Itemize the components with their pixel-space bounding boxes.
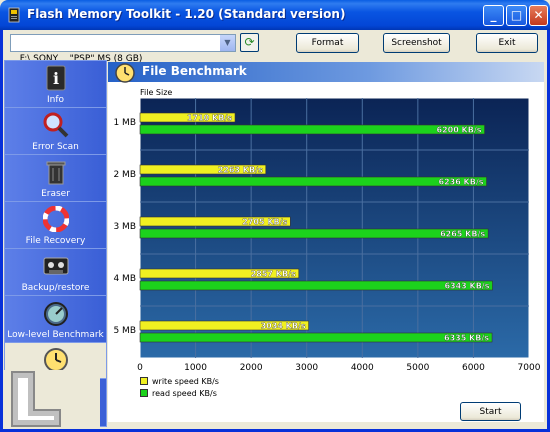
legend-swatch-write [140,377,148,385]
x-tick-label: 2000 [240,363,263,373]
read-bar [139,280,493,291]
x-tick-label: 6000 [462,363,485,373]
bar-value-label: 2857 KB/s [251,270,296,279]
bar-value-label: 3034 KB/s [261,322,306,331]
legend-swatch-read [140,389,148,397]
x-tick-label: 1000 [184,363,207,373]
legend-label-read: read speed KB/s [152,389,217,398]
bar-value-label: 2263 KB/s [218,166,263,175]
x-tick-label: 7000 [518,363,541,373]
category-label: 4 MB [113,274,136,284]
bar-value-label: 1710 KB/s [187,114,232,123]
category-label: 2 MB [113,170,136,180]
category-label: 1 MB [113,118,136,128]
read-bar [139,124,485,135]
read-bar [139,176,487,187]
category-label: 5 MB [113,326,136,336]
x-tick-label: 5000 [406,363,429,373]
read-bar [139,332,493,343]
x-tick-label: 0 [137,363,143,373]
bar-value-label: 6335 KB/s [444,334,489,343]
category-label: 3 MB [113,222,136,232]
bar-value-label: 6200 KB/s [437,126,482,135]
benchmark-chart: 0 1000 2000 3000 4000 5000 6000 7000 1 MB 1710 KB… [113,97,541,373]
x-tick-label: 3000 [295,363,318,373]
legend-label-write: write speed KB/s [152,377,219,386]
plot-area [139,97,530,359]
x-tick-label: 4000 [351,363,374,373]
bar-value-label: 2705 KB/s [242,218,287,227]
bar-value-label: 6265 KB/s [440,230,485,239]
bar-value-label: 6343 KB/s [444,282,489,291]
read-bar [139,228,489,239]
bar-value-label: 6236 KB/s [439,178,484,187]
start-button[interactable]: Start [460,402,521,421]
